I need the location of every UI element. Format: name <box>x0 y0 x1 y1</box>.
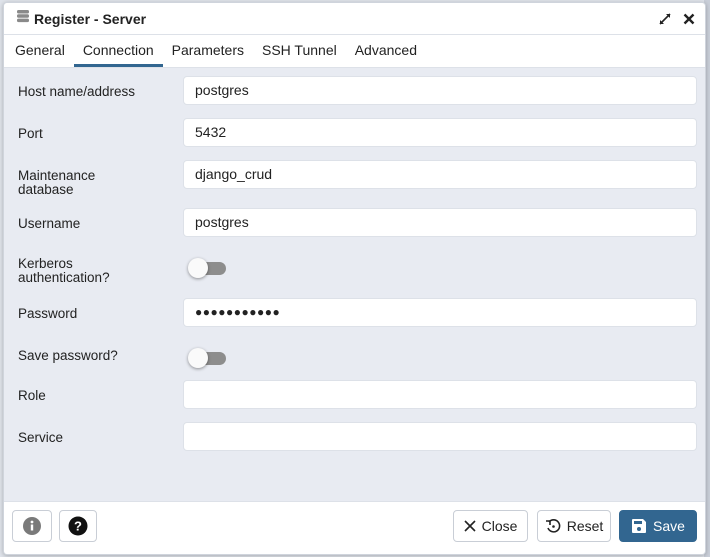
x-icon <box>464 520 476 532</box>
close-dialog-button[interactable] <box>677 7 701 31</box>
dialog-title: Register - Server <box>34 10 147 27</box>
username-input[interactable]: postgres <box>183 208 697 237</box>
floppy-disk-icon <box>632 519 647 533</box>
dialog-titlebar[interactable]: Register - Server <box>4 3 705 35</box>
service-input[interactable] <box>183 422 697 451</box>
save-password-toggle[interactable] <box>188 348 226 368</box>
connection-form: Host name/address postgres Port 5432 Mai… <box>4 68 705 500</box>
save-password-label: Save password? <box>18 348 118 363</box>
save-button[interactable]: Save <box>619 510 697 542</box>
tab-connection[interactable]: Connection <box>73 42 163 67</box>
tab-general[interactable]: General <box>6 42 74 67</box>
info-icon <box>23 517 41 535</box>
password-input[interactable]: ●●●●●●●●●●● <box>183 298 697 327</box>
maximize-button[interactable] <box>653 7 677 31</box>
port-label: Port <box>18 126 43 141</box>
tab-bar: General Connection Parameters SSH Tunnel… <box>4 35 705 68</box>
kerberos-toggle[interactable] <box>188 258 226 278</box>
maintenance-db-label: Maintenance database <box>18 168 96 197</box>
port-input[interactable]: 5432 <box>183 118 697 147</box>
info-button[interactable] <box>12 510 52 542</box>
expand-icon <box>659 12 671 25</box>
svg-text:?: ? <box>74 519 82 534</box>
dialog-footer: ? Close Reset Save <box>4 501 705 554</box>
close-icon <box>683 13 695 24</box>
host-label: Host name/address <box>18 84 136 99</box>
reset-button[interactable]: Reset <box>537 510 611 542</box>
help-icon: ? <box>68 516 88 536</box>
host-input[interactable]: postgres <box>183 76 697 105</box>
service-label: Service <box>18 430 64 445</box>
register-server-dialog: Register - Server General Connection Par… <box>3 2 706 555</box>
tab-ssh-tunnel[interactable]: SSH Tunnel <box>253 42 346 67</box>
close-button[interactable]: Close <box>453 510 528 542</box>
tab-advanced[interactable]: Advanced <box>346 42 426 67</box>
kerberos-label: Kerberos authentication? <box>18 256 110 285</box>
password-label: Password <box>18 306 78 321</box>
username-label: Username <box>18 216 81 231</box>
role-input[interactable] <box>183 380 697 409</box>
server-icon <box>16 9 30 28</box>
tab-parameters[interactable]: Parameters <box>163 42 253 67</box>
reset-icon <box>545 519 561 533</box>
help-button[interactable]: ? <box>59 510 97 542</box>
role-label: Role <box>18 388 46 403</box>
maintenance-db-input[interactable]: django_crud <box>183 160 697 189</box>
